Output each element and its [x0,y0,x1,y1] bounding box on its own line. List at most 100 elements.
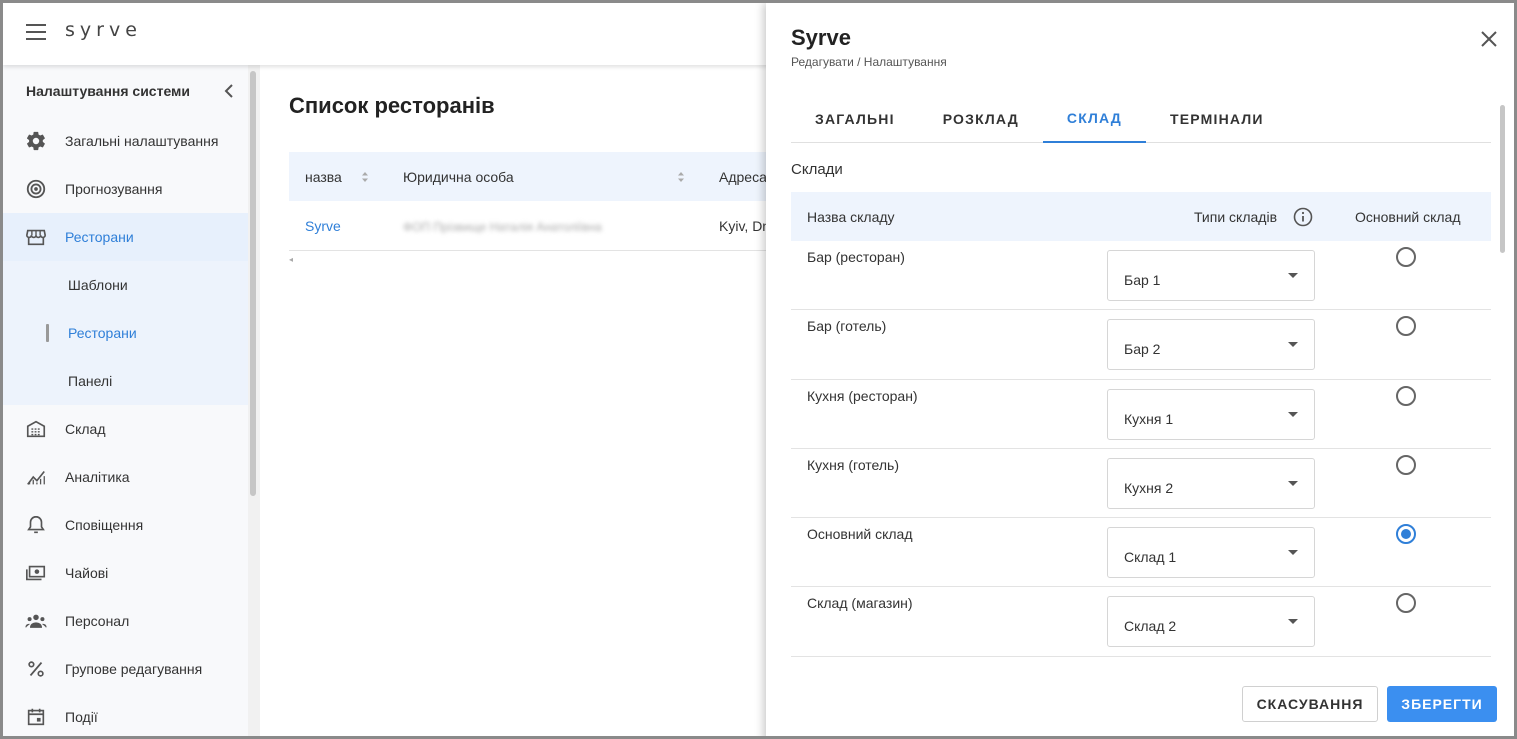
sidebar-item-tips[interactable]: Чайові [3,549,248,597]
column-header-label: Адреса [719,168,766,185]
target-icon [24,177,48,201]
warehouse-name: Кухня (ресторан) [807,387,918,404]
tab-warehouse[interactable]: СКЛАД [1042,95,1146,143]
table-row: Кухня (готель) Кухня 2 [791,449,1491,519]
sidebar-item-bulk-edit[interactable]: Групове редагування [3,645,248,693]
warehouse-type-select[interactable]: Кухня 2 [1107,457,1315,509]
sidebar-item-warehouse[interactable]: Склад [3,405,248,453]
dropdown-arrow-icon [1288,273,1298,278]
page-title: Список ресторанів [289,93,495,118]
sidebar-submenu-restaurants: Шаблони Ресторани Панелі [3,261,248,405]
sidebar-item-analytics[interactable]: Аналітика [3,453,248,501]
sidebar-scrollbar-thumb[interactable] [250,71,256,496]
tab-general[interactable]: ЗАГАЛЬНІ [791,95,919,143]
main-content: Список ресторанів назва Юридична особа А… [260,65,766,736]
sidebar-item-label: Склад [65,421,106,437]
column-header-address[interactable]: Адреса [703,169,766,185]
sidebar: Налаштування системи Загальні налаштуван… [3,65,248,736]
sidebar-scrollbar[interactable] [248,65,260,736]
restaurants-table: назва Юридична особа Адреса Syrve ФОП Пр… [289,152,766,251]
sidebar-item-label: Аналітика [65,469,130,485]
cell-address: Kyiv, Dnipro [703,218,766,234]
select-value: Кухня 1 [1124,410,1174,427]
select-value: Склад 2 [1124,618,1177,635]
dropdown-arrow-icon [1288,619,1298,625]
table-row: Бар (готель) Бар 2 [791,310,1491,380]
close-icon[interactable] [1479,29,1499,49]
settings-drawer: Syrve Редагувати / Налаштування ЗАГАЛЬНІ… [766,3,1514,736]
collapse-chevron-icon[interactable] [224,83,234,99]
breadcrumb: Редагувати / Налаштування [791,55,947,69]
warehouse-type-select[interactable]: Бар 1 [1107,250,1315,301]
select-value: Кухня 2 [1124,479,1174,496]
select-value: Бар 2 [1124,341,1161,358]
warehouse-type-select[interactable]: Склад 2 [1107,596,1315,648]
warehouse-type-select[interactable]: Бар 2 [1107,319,1315,371]
sidebar-header: Налаштування системи [3,65,248,117]
hamburger-menu-icon[interactable] [26,24,46,40]
cancel-button[interactable]: СКАСУВАННЯ [1242,686,1378,722]
sidebar-item-events[interactable]: Події [3,693,248,736]
table-row-partial [791,657,1491,660]
table-row: Склад (магазин) Склад 2 [791,587,1491,657]
cell-legal-entity: ФОП Прізвище Наталія Анатоліївна [387,218,703,234]
sidebar-subitem-label: Шаблони [68,277,128,293]
column-header-legal-entity[interactable]: Юридична особа [387,169,703,185]
sidebar-item-label: Ресторани [65,229,134,245]
table-header: назва Юридична особа Адреса [289,152,766,201]
money-icon [24,561,48,585]
app-logo[interactable]: syrve [65,19,142,41]
select-value: Склад 1 [1124,549,1177,566]
table-row: Кухня (ресторан) Кухня 1 [791,380,1491,449]
main-warehouse-radio[interactable] [1396,316,1416,337]
save-button[interactable]: ЗБЕРЕГТИ [1387,686,1497,722]
people-icon [24,609,48,633]
sidebar-subitem-templates[interactable]: Шаблони [3,261,248,309]
warehouse-icon [24,417,48,441]
table-header: Назва складу Типи складів Основний склад [791,192,1491,241]
column-header-name[interactable]: назва [289,169,387,185]
sidebar-item-label: Загальні налаштування [65,133,219,149]
sidebar-subitem-restaurants[interactable]: Ресторани [3,309,248,357]
sidebar-item-notifications[interactable]: Сповіщення [3,501,248,549]
warehouse-type-select[interactable]: Кухня 1 [1107,388,1315,440]
drawer-tabs: ЗАГАЛЬНІ РОЗКЛАД СКЛАД ТЕРМІНАЛИ [791,95,1491,143]
address-value: Kyiv, Dnipro [719,217,766,234]
warehouse-name: Бар (ресторан) [807,249,905,265]
sidebar-item-staff[interactable]: Персонал [3,597,248,645]
restaurant-link[interactable]: Syrve [305,218,341,234]
sidebar-title: Налаштування системи [26,83,191,99]
column-header-main-warehouse: Основний склад [1355,209,1461,225]
sort-icon[interactable] [677,171,685,183]
main-warehouse-radio[interactable] [1396,247,1416,267]
table-row[interactable]: Syrve ФОП Прізвище Наталія Анатоліївна K… [289,201,766,251]
drawer-scrollbar[interactable] [1499,101,1505,661]
column-header-warehouse-name: Назва складу [807,209,895,225]
main-warehouse-radio[interactable] [1396,385,1416,406]
main-warehouse-radio[interactable] [1396,593,1416,614]
dropdown-arrow-icon [1288,342,1298,348]
warehouse-name: Склад (магазин) [807,595,913,612]
sort-icon[interactable] [361,171,369,183]
sidebar-item-forecasting[interactable]: Прогнозування [3,165,248,213]
tab-schedule[interactable]: РОЗКЛАД [919,95,1043,143]
legal-entity-value: ФОП Прізвище Наталія Анатоліївна [403,219,602,234]
sidebar-item-label: Події [65,709,98,725]
warehouse-name: Бар (готель) [807,318,887,335]
gear-icon [24,129,48,153]
dropdown-arrow-icon [1288,550,1298,556]
info-icon[interactable] [1293,207,1313,227]
main-warehouse-radio-selected[interactable] [1396,524,1416,545]
sidebar-item-general-settings[interactable]: Загальні налаштування [3,117,248,165]
tab-terminals[interactable]: ТЕРМІНАЛИ [1146,95,1288,143]
warehouse-type-select[interactable]: Склад 1 [1107,527,1315,579]
drawer-scrollbar-thumb[interactable] [1500,105,1505,253]
column-header-label: Юридична особа [403,168,514,185]
cell-name: Syrve [289,218,387,234]
warehouses-table: Назва складу Типи складів Основний склад… [791,192,1491,660]
sidebar-item-restaurants[interactable]: Ресторани [3,213,248,261]
sidebar-subitem-panels[interactable]: Панелі [3,357,248,405]
scroll-left-arrow-icon[interactable]: ◂ [289,255,293,264]
sidebar-subitem-label: Ресторани [68,325,137,341]
main-warehouse-radio[interactable] [1396,454,1416,475]
